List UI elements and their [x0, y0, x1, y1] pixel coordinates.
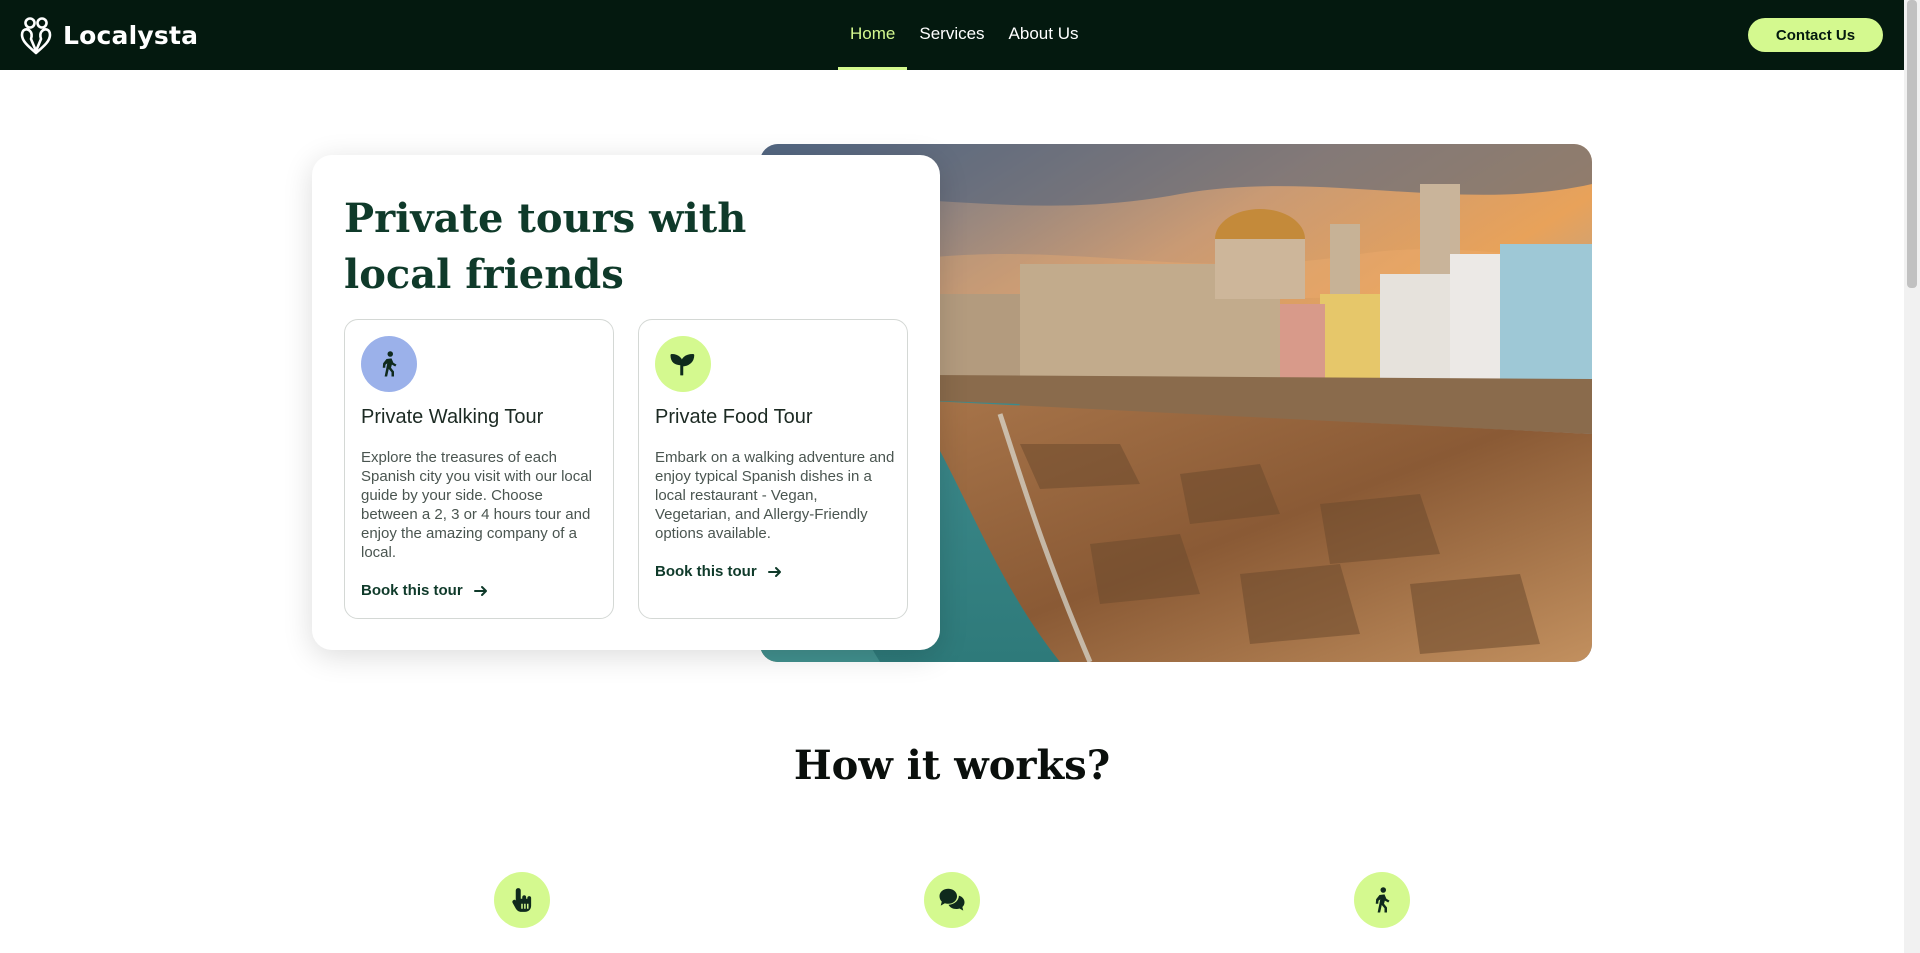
brand-name: Localysta — [63, 20, 199, 50]
walking-person-icon — [1375, 887, 1390, 913]
brand-logo[interactable]: Localysta — [19, 14, 198, 56]
how-it-works-title: How it works? — [793, 742, 1111, 789]
tour-title: Private Walking Tour — [361, 406, 544, 428]
hero-card: Private tours with local friends Private… — [312, 155, 940, 650]
main-nav: Home Services About Us — [838, 0, 1090, 70]
book-walking-tour-link[interactable]: Book this tour — [361, 582, 489, 599]
localysta-logo-icon — [20, 17, 52, 55]
pointing-hand-icon — [512, 888, 532, 912]
tour-description: Explore the treasures of each Spanish ci… — [361, 449, 592, 561]
hero-title: Private tours with local friends — [344, 195, 747, 298]
how-step-3-badge — [1354, 872, 1410, 928]
chat-bubbles-icon — [939, 888, 965, 911]
how-step-2-badge — [924, 872, 980, 928]
arrow-right-icon — [473, 585, 487, 596]
how-step-1-badge — [494, 872, 550, 928]
tour-card-food: Private Food Tour Embark on a walking ad… — [638, 319, 908, 619]
arrow-right-icon — [767, 566, 781, 577]
tour-card-walking: Private Walking Tour Explore the treasur… — [344, 319, 614, 619]
tour-icon-badge — [655, 336, 711, 392]
nav-item-home[interactable]: Home — [838, 0, 908, 70]
walking-person-icon — [382, 351, 397, 377]
tour-title: Private Food Tour — [655, 406, 813, 428]
contact-us-button[interactable]: Contact Us — [1748, 18, 1883, 52]
book-link-label: Book this tour — [361, 582, 463, 599]
tour-icon-badge — [361, 336, 417, 392]
page-scrollbar[interactable] — [1904, 0, 1920, 953]
tour-description: Embark on a walking adventure and enjoy … — [655, 449, 895, 542]
top-nav-bar: Localysta Home Services About Us Contact… — [0, 0, 1904, 70]
nav-item-about-us[interactable]: About Us — [997, 0, 1091, 70]
sprout-icon — [670, 354, 695, 376]
scrollbar-thumb[interactable] — [1907, 0, 1917, 288]
book-food-tour-link[interactable]: Book this tour — [655, 563, 783, 580]
nav-item-services[interactable]: Services — [907, 0, 996, 70]
book-link-label: Book this tour — [655, 563, 757, 580]
